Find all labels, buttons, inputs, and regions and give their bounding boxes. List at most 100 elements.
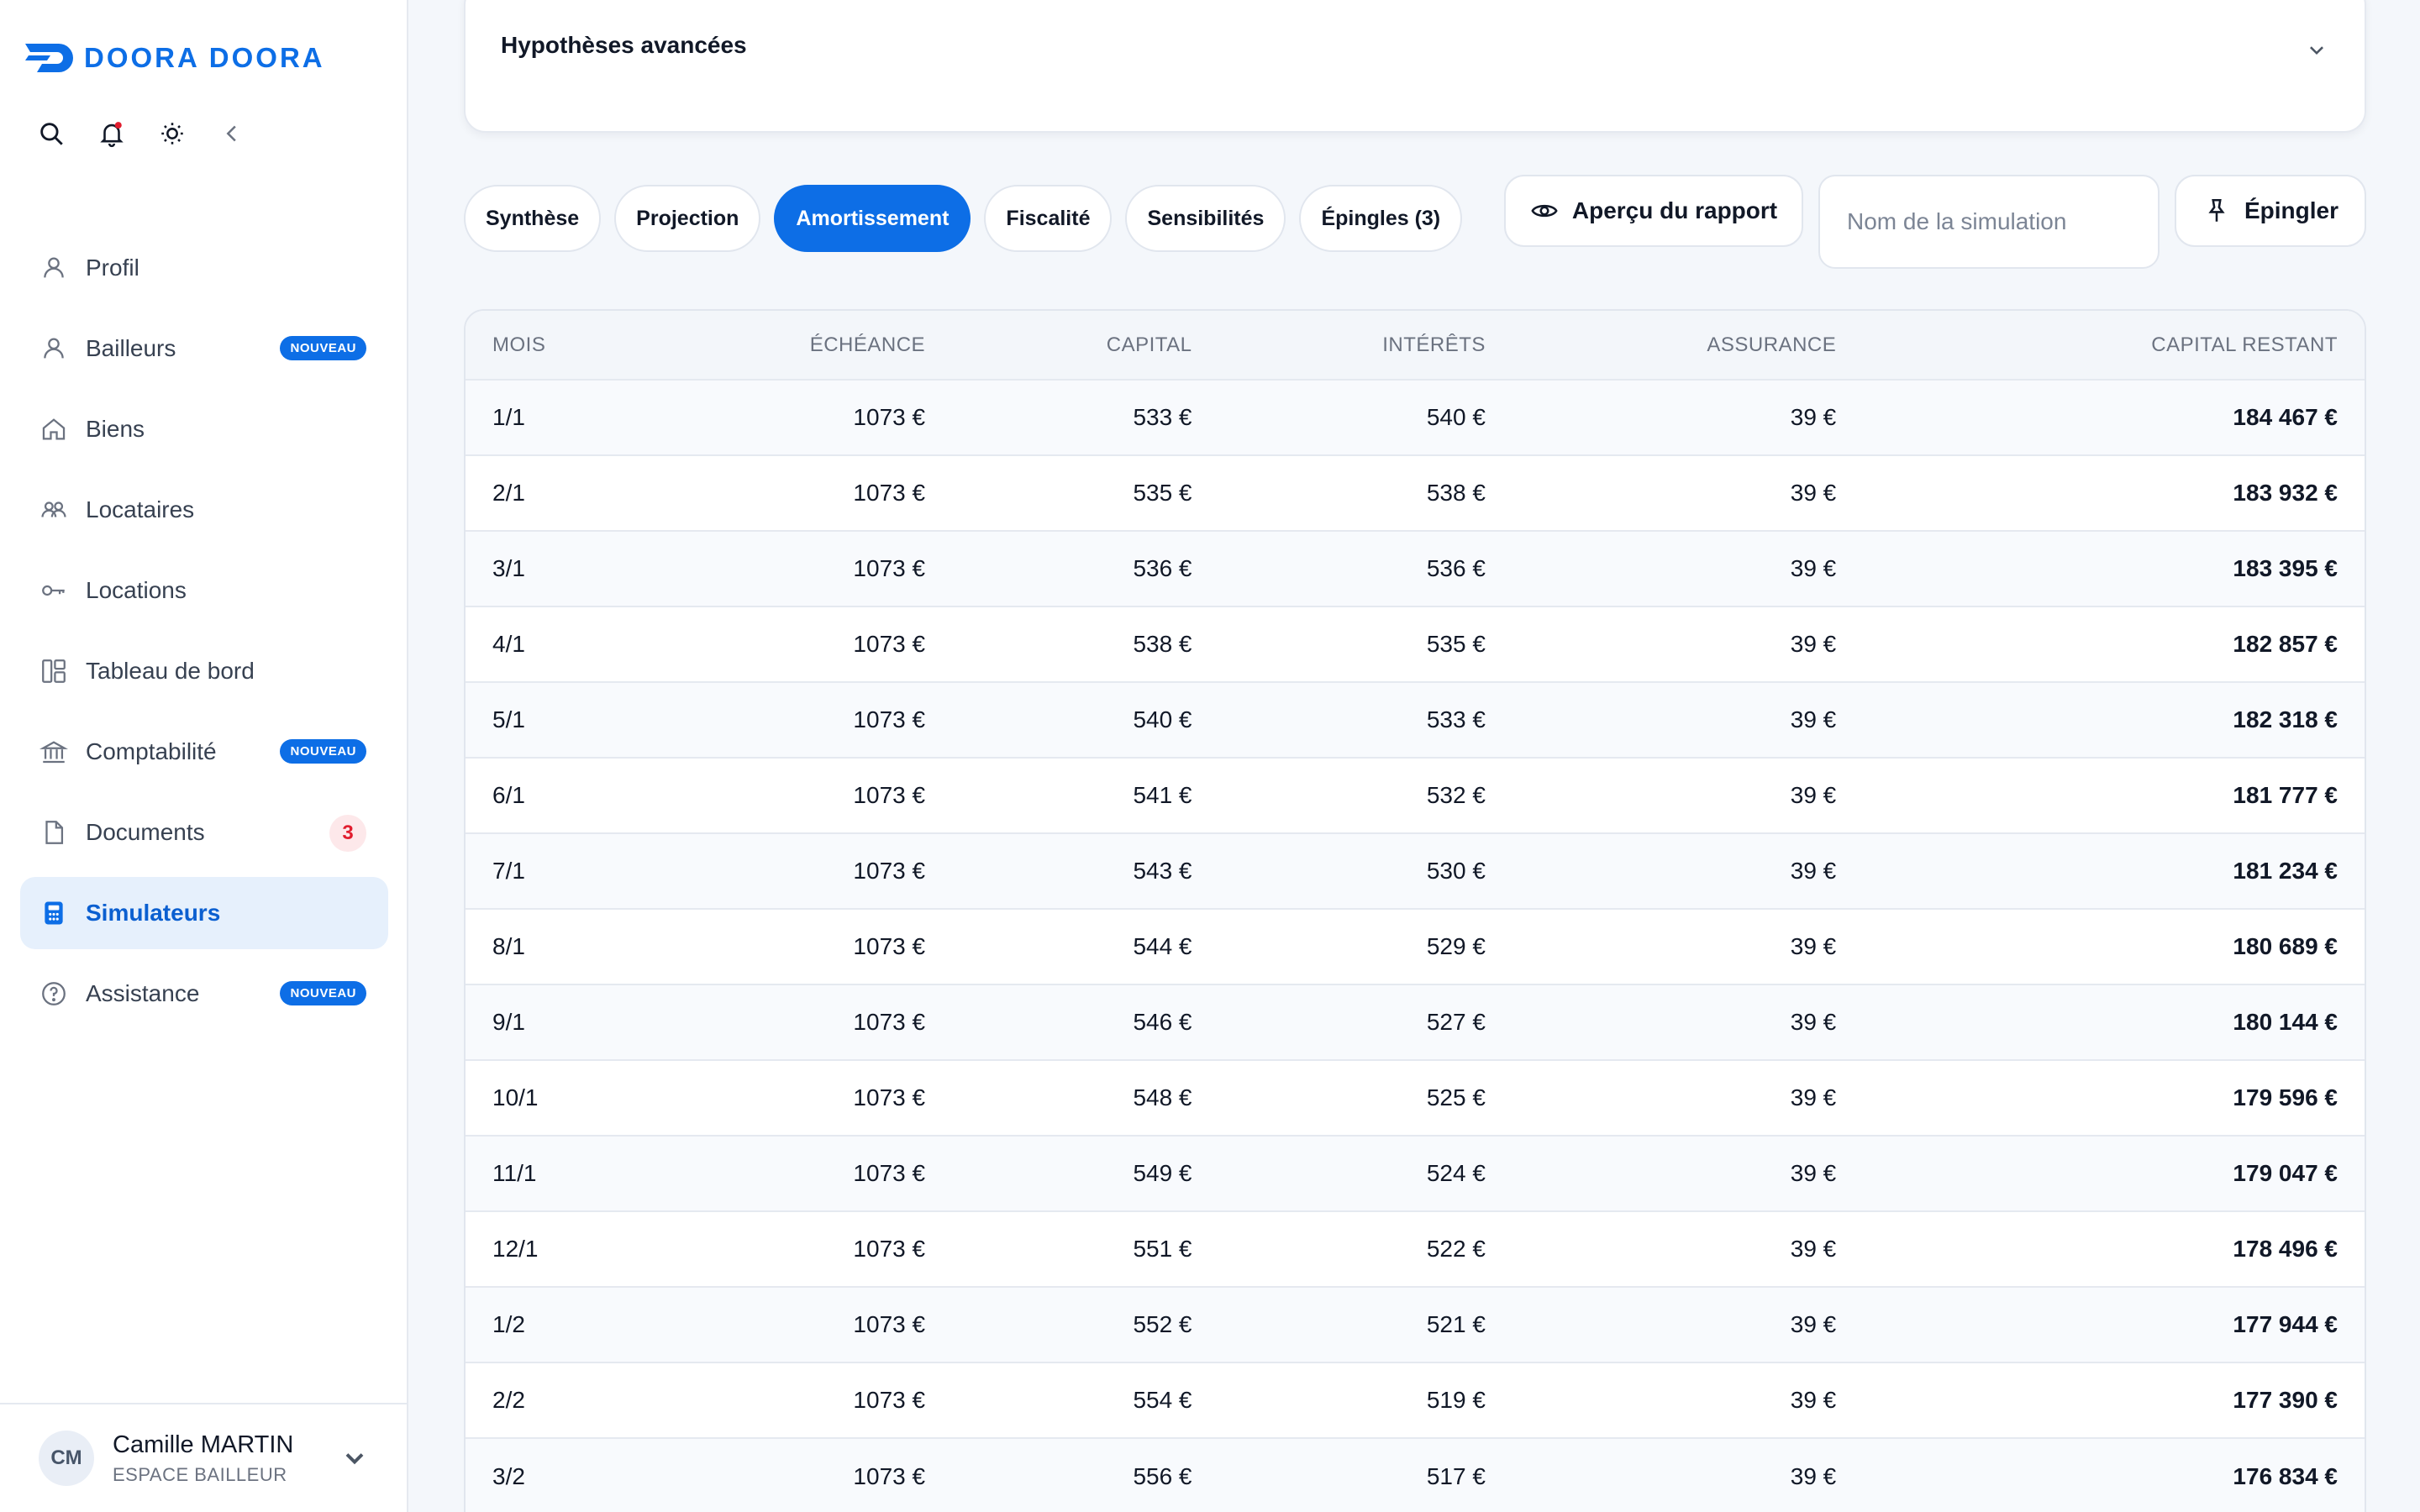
cell-assurance: 39 € [1790,555,1837,581]
sidebar-item-simulateurs[interactable]: Simulateurs [20,877,388,949]
cell-echeance: 1073 € [853,404,926,430]
tab-amortissement[interactable]: Amortissement [774,185,971,252]
cell-capital: 552 € [1133,1311,1192,1337]
cell-capital: 543 € [1133,858,1192,884]
chevron-down-icon[interactable] [339,1443,370,1473]
cell-capital: 533 € [1133,404,1192,430]
home-icon [39,414,69,444]
cell-assurance: 39 € [1790,404,1837,430]
cell-restant: 183 395 € [2233,555,2338,581]
sidebar-item-comptabilite[interactable]: Comptabilité NOUVEAU [20,716,388,788]
sidebar-item-bailleurs[interactable]: Bailleurs NOUVEAU [20,312,388,385]
column-header-capital: CAPITAL [1106,333,1192,356]
cell-assurance: 39 € [1790,480,1837,506]
cell-assurance: 39 € [1790,782,1837,808]
doora-logo-icon [25,44,73,72]
cell-capital: 544 € [1133,933,1192,959]
sidebar-item-label: Bailleurs [86,335,176,361]
sidebar-item-profil[interactable]: Profil [20,232,388,304]
table-row: 10/1 1073 € 548 € 525 € 39 € 179 596 € [466,1060,2365,1136]
cell-echeance: 1073 € [853,555,926,581]
cell-capital: 551 € [1133,1236,1192,1262]
advanced-hypotheses-panel[interactable]: Hypothèses avancées [464,0,2366,133]
cell-assurance: 39 € [1790,1160,1837,1186]
cell-echeance: 1073 € [853,1160,926,1186]
table-row: 3/2 1073 € 556 € 517 € 39 € 176 834 € [466,1438,2365,1512]
help-icon [39,979,69,1009]
cell-capital: 556 € [1133,1462,1192,1489]
simulation-name-input[interactable] [1818,175,2160,269]
cell-assurance: 39 € [1790,1084,1837,1110]
table-row: 1/1 1073 € 533 € 540 € 39 € 184 467 € [466,380,2365,455]
cell-interets: 517 € [1426,1462,1486,1489]
cell-interets: 527 € [1426,1009,1486,1035]
cell-echeance: 1073 € [853,480,926,506]
cell-restant: 177 390 € [2233,1387,2338,1413]
brand-logo[interactable]: DOORA DOORA [25,42,325,74]
tab-synthese[interactable]: Synthèse [464,185,602,252]
sidebar-item-label: Biens [86,416,145,442]
simulation-tabs: Synthèse Projection Amortissement Fiscal… [464,185,1476,252]
user-icon [39,253,69,283]
tab-fiscalite[interactable]: Fiscalité [984,185,1113,252]
tab-sensibilites[interactable]: Sensibilités [1125,185,1286,252]
cell-restant: 176 834 € [2233,1462,2338,1489]
pin-button[interactable]: Épingler [2175,175,2366,247]
sidebar-item-tableau-de-bord[interactable]: Tableau de bord [20,635,388,707]
table-row: 1/2 1073 € 552 € 521 € 39 € 177 944 € [466,1287,2365,1362]
cell-interets: 525 € [1426,1084,1486,1110]
cell-echeance: 1073 € [853,1311,926,1337]
brand-name: DOORA DOORA [84,42,325,73]
cell-echeance: 1073 € [853,706,926,732]
sidebar-item-assistance[interactable]: Assistance NOUVEAU [20,958,388,1030]
tab-epingles[interactable]: Épingles (3) [1299,185,1463,252]
cell-interets: 536 € [1426,555,1486,581]
cell-restant: 182 857 € [2233,631,2338,657]
column-header-assurance: ASSURANCE [1707,333,1837,356]
table-row: 7/1 1073 € 543 € 530 € 39 € 181 234 € [466,833,2365,909]
cell-assurance: 39 € [1790,1236,1837,1262]
cell-capital: 549 € [1133,1160,1192,1186]
cell-interets: 538 € [1426,480,1486,506]
report-preview-button[interactable]: Aperçu du rapport [1504,175,1803,247]
cell-mois: 7/1 [492,858,525,884]
column-header-interets: INTÉRÊTS [1382,333,1486,356]
cell-mois: 4/1 [492,631,525,657]
sidebar-item-documents[interactable]: Documents 3 [20,796,388,869]
search-icon[interactable] [34,116,69,151]
cell-assurance: 39 € [1790,1009,1837,1035]
cell-capital: 554 € [1133,1387,1192,1413]
user-icon [39,333,69,364]
cell-mois: 9/1 [492,1009,525,1035]
bell-icon[interactable] [94,116,129,151]
key-icon [39,575,69,606]
sidebar-item-locataires[interactable]: Locataires [20,474,388,546]
document-icon [39,817,69,848]
cell-interets: 521 € [1426,1311,1486,1337]
cell-echeance: 1073 € [853,1462,926,1489]
cell-assurance: 39 € [1790,631,1837,657]
sidebar-item-locations[interactable]: Locations [20,554,388,627]
table-row: 4/1 1073 € 538 € 535 € 39 € 182 857 € [466,606,2365,682]
cell-restant: 182 318 € [2233,706,2338,732]
tab-projection[interactable]: Projection [614,185,761,252]
sun-icon[interactable] [155,116,190,151]
cell-interets: 519 € [1426,1387,1486,1413]
cell-echeance: 1073 € [853,1084,926,1110]
cell-capital: 538 € [1133,631,1192,657]
user-menu[interactable]: CM Camille MARTIN ESPACE BAILLEUR [0,1403,408,1512]
cell-echeance: 1073 € [853,1236,926,1262]
collapse-icon[interactable] [215,116,250,151]
cell-echeance: 1073 € [853,1009,926,1035]
cell-mois: 3/1 [492,555,525,581]
table-row: 5/1 1073 € 540 € 533 € 39 € 182 318 € [466,682,2365,758]
table-body: 1/1 1073 € 533 € 540 € 39 € 184 467 € 2/1 1073 … [466,380,2365,1512]
sidebar-item-label: Assistance [86,980,200,1006]
eye-icon [1531,204,1558,218]
cell-restant: 180 144 € [2233,1009,2338,1035]
cell-capital: 541 € [1133,782,1192,808]
chevron-down-icon[interactable] [2302,35,2331,64]
cell-assurance: 39 € [1790,1462,1837,1489]
sidebar-nav: Profil Bailleurs NOUVEAU Biens Locataire… [20,232,388,1038]
sidebar-item-biens[interactable]: Biens [20,393,388,465]
